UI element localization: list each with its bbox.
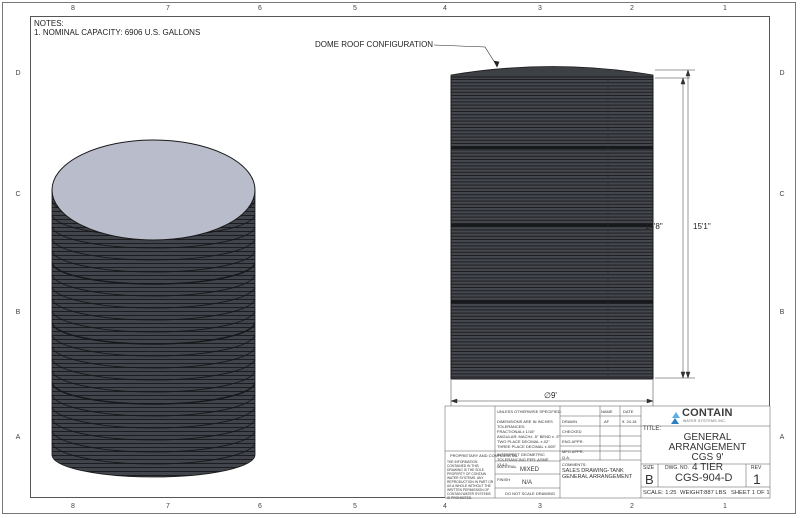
tolerance-line: THREE PLACE DECIMAL ±.005": [497, 444, 557, 449]
size-label: SIZE: [643, 465, 655, 471]
do-not-scale-note: DO NOT SCALE DRAWING: [505, 491, 556, 496]
sheet-info: SHEET 1 OF 1: [731, 490, 770, 496]
total-height-dim: 15'1": [693, 222, 711, 231]
tier-seam: [451, 224, 653, 227]
tolerance-header: UNLESS OTHERWISE SPECIFIED:: [497, 409, 562, 414]
tier-seam: [451, 146, 653, 149]
proprietary-header: PROPRIETARY AND CONFIDENTIAL: [450, 453, 519, 458]
diameter-value: 9': [550, 391, 557, 400]
finish-label: FINISH: [497, 477, 511, 482]
proprietary-body: THE INFORMATION CONTAINED IN THIS DRAWIN…: [447, 460, 494, 500]
eave-height-dim: 14'8": [645, 222, 663, 231]
front-view-tank: [450, 66, 654, 380]
scale-info: SCALE: 1:25: [643, 490, 677, 496]
company-tagline: WATER SYSTEMS INC.: [683, 419, 727, 423]
rev-value: 1: [753, 471, 761, 487]
diameter-dim: ∅9': [544, 391, 557, 400]
date-column-header: DATE: [623, 409, 634, 414]
title-line: GENERAL ARRANGEMENT: [668, 432, 747, 453]
signoff-date: 9. 24.18: [622, 419, 637, 424]
signoff-label: DRAWN: [562, 419, 577, 424]
material-label: MATERIAL: [497, 464, 517, 469]
dwg-no-value: CGS-904-D: [675, 472, 733, 484]
dwg-no-label: DWG. NO.: [665, 465, 689, 471]
isometric-tank: [51, 139, 256, 478]
signoff-label: CHECKED: [562, 429, 582, 434]
tier-seam: [451, 300, 653, 303]
size-value: B: [645, 472, 654, 487]
comments-text: SALES DRAWING-TANK GENERAL ARRANGEMENT: [562, 468, 632, 480]
material-value: MIXED: [520, 467, 540, 473]
drawing-sheet: 8 7 6 5 4 3 2 1 8 7 6 5 4 3 2 1 D C B A …: [0, 0, 800, 518]
isometric-tank-top: [51, 139, 256, 241]
tolerance-lines: DIMENSIONS ARE IN INCHES TOLERANCES: FRA…: [497, 419, 560, 449]
weight-info: WEIGHT:887 LBS: [680, 490, 727, 496]
signoff-name: AF: [604, 419, 610, 424]
comment-line: GENERAL ARRANGEMENT: [562, 474, 633, 480]
finish-value: N/A: [522, 480, 533, 486]
callout-leader: [433, 44, 500, 68]
signoff-label: ENG APPR.: [562, 439, 584, 444]
comments-label: COMMENTS:: [562, 462, 587, 467]
company-name: CONTAIN: [682, 407, 733, 419]
signoff-label: MFG APPR.: [562, 449, 584, 454]
dome-roof: [450, 66, 654, 79]
name-column-header: NAME: [601, 409, 613, 414]
title-label: TITLE:: [643, 426, 662, 432]
signoff-label: Q.A.: [562, 455, 571, 460]
